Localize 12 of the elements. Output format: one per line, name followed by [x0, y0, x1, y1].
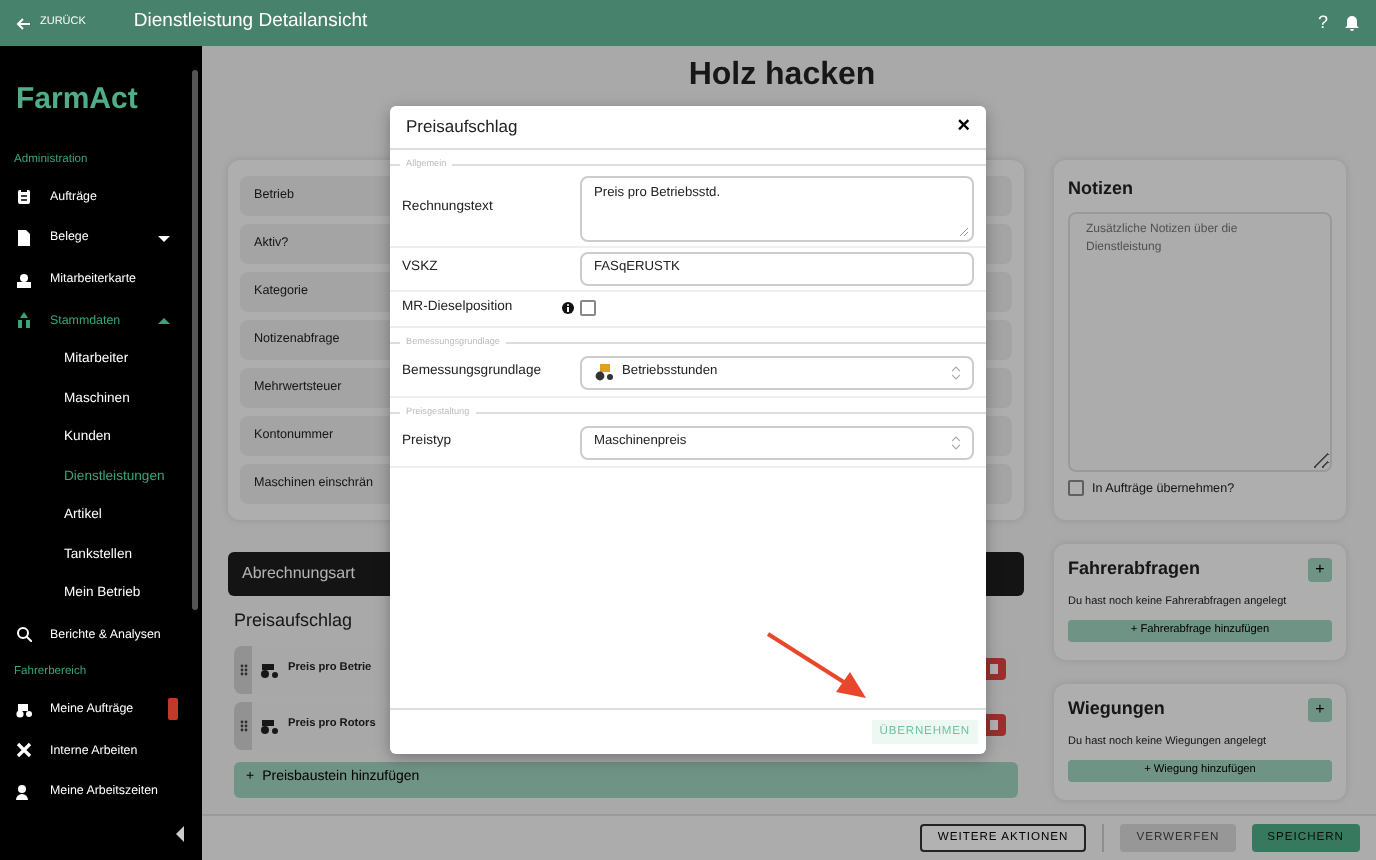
- app-logo: FarmAct: [16, 80, 140, 120]
- add-button[interactable]: +: [1308, 557, 1332, 582]
- card-title: Wiegungen: [1068, 696, 1165, 722]
- service-title: Holz hacken: [686, 56, 878, 96]
- page-title: Dienstleistung Detailansicht: [133, 8, 368, 37]
- card-title: Notizen: [1068, 176, 1135, 202]
- card-title: Fahrerabfragen: [1068, 556, 1201, 582]
- help-button[interactable]: ?: [1317, 9, 1328, 37]
- close-button[interactable]: ×: [957, 116, 970, 138]
- modal-title: Preisaufschlag: [406, 114, 518, 140]
- add-button[interactable]: +: [1308, 697, 1332, 722]
- section-title: Preisaufschlag: [234, 608, 355, 634]
